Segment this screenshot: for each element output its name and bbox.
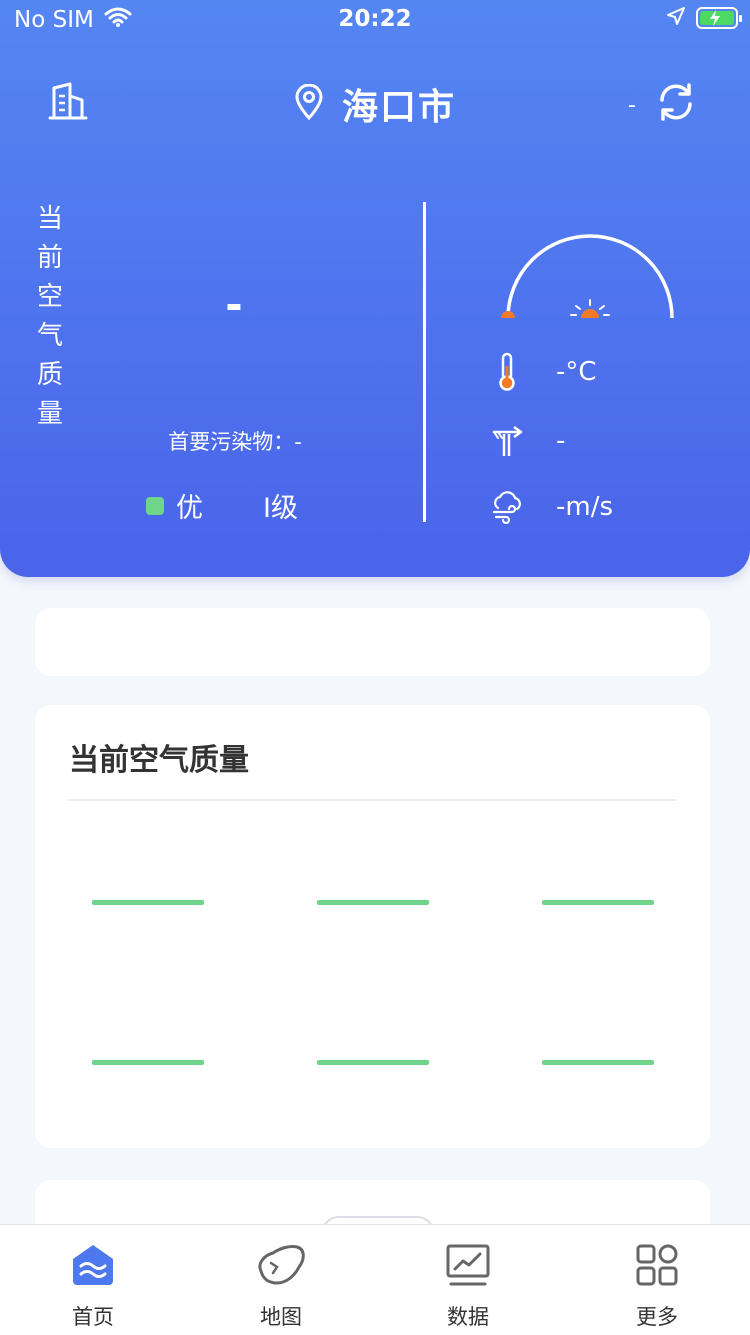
pollutant-metric-bar [92, 1060, 204, 1065]
tab-more[interactable]: 更多 [597, 1237, 717, 1331]
wind-speed-value: -m/s [556, 492, 614, 522]
quality-color-dot [146, 496, 164, 515]
wind-direction-row: - [490, 424, 565, 458]
air-quality-card-title: 当前空气质量 [69, 743, 249, 778]
wind-speed-row: -m/s [490, 490, 613, 524]
tab-bar: 首页 地图 数据 更多 [0, 1224, 750, 1335]
pollutant-metric-bar [542, 1060, 654, 1065]
vertical-label-char: 前 [36, 243, 63, 273]
tab-data[interactable]: 数据 [408, 1237, 528, 1331]
wind-vane-icon [490, 424, 524, 458]
grid-icon [597, 1237, 717, 1293]
tab-label: 更多 [636, 1305, 678, 1329]
vertical-label-char: 质 [36, 360, 63, 390]
card-divider [68, 799, 677, 801]
primary-pollutant: 首要污染物：- [168, 430, 302, 454]
chart-icon [408, 1237, 528, 1293]
header-divider [423, 202, 426, 522]
quality-text: 优 [176, 493, 203, 524]
vertical-label-char: 气 [36, 321, 63, 351]
map-icon [221, 1237, 341, 1293]
home-icon [33, 1237, 153, 1293]
status-time: 20:22 [338, 6, 412, 32]
current-air-quality-vertical-label: 当 前 空 气 质 量 [34, 200, 66, 434]
battery-icon [696, 7, 742, 29]
temperature-row: -°C [490, 352, 597, 392]
vertical-label-char: 当 [36, 204, 63, 234]
wind-cloud-icon [490, 490, 524, 524]
location-arrow-icon [666, 6, 686, 30]
tab-label: 首页 [72, 1305, 114, 1329]
quality-grade: I级 [263, 493, 298, 524]
tab-home[interactable]: 首页 [33, 1237, 153, 1331]
tab-label: 地图 [260, 1305, 302, 1329]
pollutant-metric-bar [317, 1060, 429, 1065]
quality-level: 优 I级 [146, 486, 298, 525]
tab-label: 数据 [447, 1305, 489, 1329]
thermometer-icon [490, 352, 524, 392]
notice-card [35, 608, 710, 676]
header-panel: No SIM 20:22 海口市 - 当 前 空 气 质 量 - 首要污染物：-… [0, 0, 750, 577]
status-bar: No SIM 20:22 [0, 0, 750, 40]
update-time-value: - [628, 92, 636, 118]
city-name: 海口市 [341, 87, 456, 128]
air-quality-card: 当前空气质量 [35, 705, 710, 1148]
sunrise-icon [570, 299, 610, 318]
vertical-label-char: 量 [36, 399, 63, 429]
status-right [666, 6, 742, 30]
temperature-value: -°C [556, 357, 597, 387]
tab-map[interactable]: 地图 [221, 1237, 341, 1331]
vertical-label-char: 空 [36, 282, 63, 312]
pollutant-metric-bar [542, 900, 654, 905]
pollutant-metric-bar [92, 900, 204, 905]
refresh-area: - [628, 80, 698, 130]
sun-arc [490, 228, 690, 328]
aqi-value: - [225, 280, 243, 329]
pollutant-metric-bar [317, 900, 429, 905]
wind-direction-value: - [556, 426, 566, 456]
location-pin-icon [294, 83, 324, 124]
location-bar: 海口市 - [0, 70, 750, 134]
refresh-icon[interactable] [654, 80, 698, 130]
